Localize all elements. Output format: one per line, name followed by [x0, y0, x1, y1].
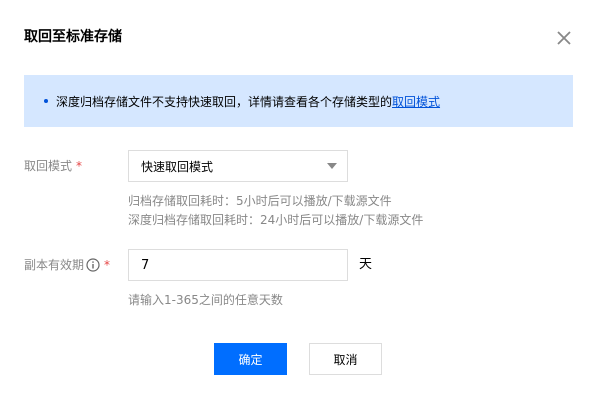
restore-mode-label-text: 取回模式 — [24, 159, 73, 173]
days-unit: 天 — [359, 257, 373, 272]
notice-text: 深度归档存储文件不支持快速取回，详情请查看各个存储类型的 — [56, 94, 393, 109]
info-icon[interactable] — [86, 258, 100, 272]
deep-archive-hint: 深度归档存储取回耗时：24小时后可以播放/下载源文件 — [128, 213, 424, 227]
dialog-title: 取回至标准存储 — [24, 29, 122, 45]
validity-hint: 请输入1-365之间的任意天数 — [128, 293, 283, 307]
restore-mode-link[interactable]: 取回模式 — [392, 93, 440, 110]
cancel-button[interactable]: 取消 — [309, 343, 382, 375]
close-icon[interactable] — [554, 28, 574, 48]
validity-days-input[interactable] — [128, 249, 348, 281]
required-mark: * — [104, 258, 111, 272]
restore-mode-label: 取回模式 * — [24, 157, 82, 175]
validity-label: 副本有效期 * — [24, 256, 110, 274]
bullet-dot — [44, 99, 48, 103]
confirm-button[interactable]: 确定 — [214, 343, 287, 375]
required-mark: * — [76, 159, 83, 173]
restore-mode-select[interactable]: 快速取回模式 — [128, 150, 348, 182]
restore-dialog: 取回至标准存储 深度归档存储文件不支持快速取回，详情请查看各个存储类型的 取回模… — [0, 0, 594, 401]
validity-label-text: 副本有效期 — [24, 258, 85, 272]
archive-hint: 归档存储取回耗时：5小时后可以播放/下载源文件 — [128, 194, 392, 208]
notice-banner: 深度归档存储文件不支持快速取回，详情请查看各个存储类型的 取回模式 — [24, 75, 573, 127]
chevron-down-icon — [327, 163, 337, 169]
restore-mode-selected: 快速取回模式 — [141, 159, 214, 174]
